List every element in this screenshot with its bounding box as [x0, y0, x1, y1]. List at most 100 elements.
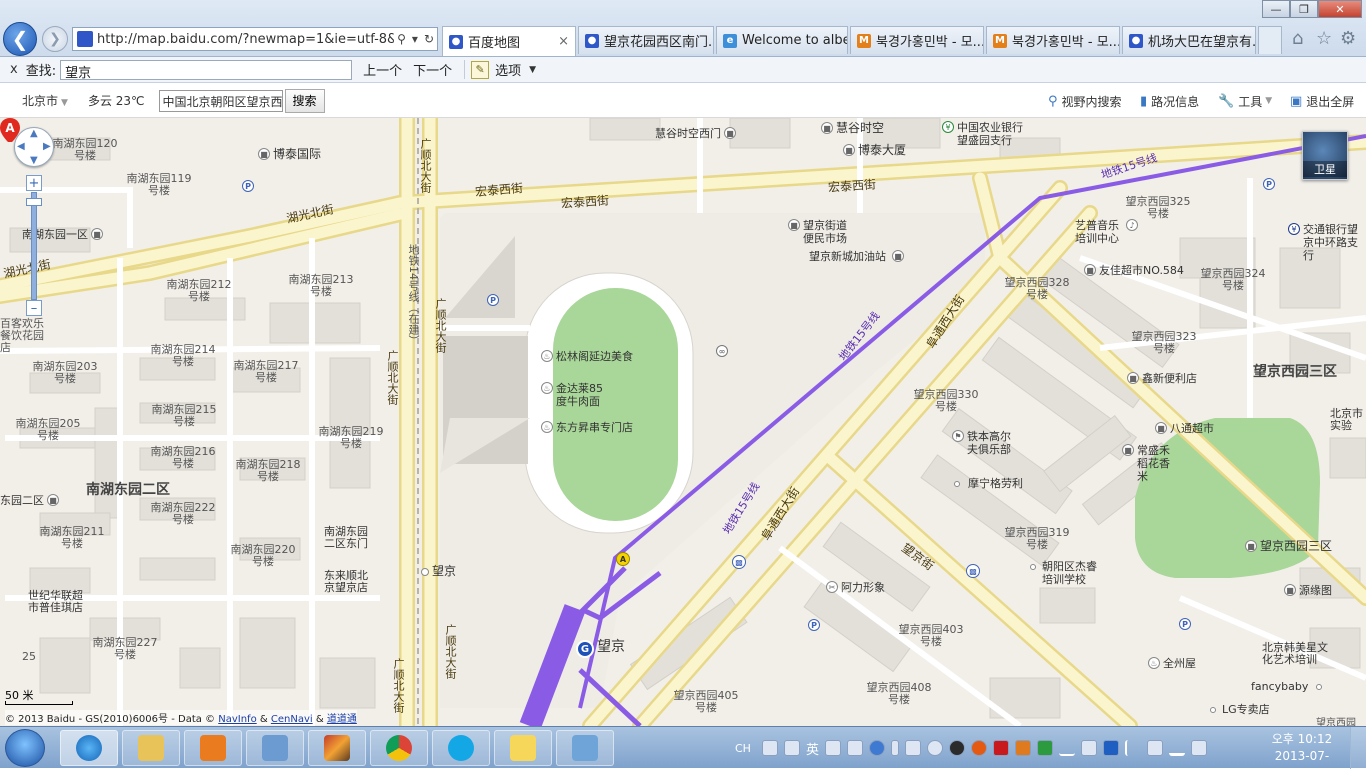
tab-welcome[interactable]: e Welcome to albe...: [716, 26, 848, 54]
security-icon[interactable]: [970, 740, 987, 756]
poi-botai-intl[interactable]: ■ 博泰国际: [258, 148, 321, 161]
poi-nhdy-2[interactable]: 东园二区 ■: [0, 494, 62, 507]
poi-botai-tower[interactable]: ■ 博泰大厦: [843, 144, 906, 157]
poi-lg[interactable]: LG专卖店: [1210, 703, 1270, 716]
poi-fancy[interactable]: fancybaby: [1251, 680, 1325, 693]
tab-baidu-map[interactable]: ● 百度地图 ×: [442, 26, 576, 56]
taskbar-chrome[interactable]: [370, 730, 428, 766]
poi-changsheng[interactable]: ■ 常盛禾稻花香米: [1122, 444, 1175, 483]
new-tab-button[interactable]: [1258, 26, 1282, 54]
poi-yipu[interactable]: 艺普音乐培训中心 ♪: [1075, 219, 1141, 245]
exit-fullscreen-link[interactable]: ▣ 退出全屏: [1290, 84, 1354, 118]
taskbar-skype[interactable]: [432, 730, 490, 766]
poi-badong[interactable]: ■ 八通超市: [1155, 422, 1214, 435]
poi-yuanrong[interactable]: ■ 源缘图: [1284, 584, 1332, 597]
parking-icon[interactable]: P: [808, 619, 820, 631]
daodaotong-link[interactable]: 道道通: [327, 714, 357, 725]
map-canvas[interactable]: 宏泰西街 宏泰西街 宏泰西街 湖光北街 湖光北街 广顺北大街 广顺北大街 广顺北…: [0, 118, 1366, 726]
language-indicator[interactable]: CH: [735, 742, 751, 755]
poi-moning[interactable]: 摩宁格劳利: [954, 477, 1023, 490]
navinfo-link[interactable]: NavInfo: [218, 714, 256, 725]
ime-settings-icon[interactable]: [890, 740, 899, 756]
bus-stop-wangjing[interactable]: 望京: [421, 565, 456, 578]
taskbar-sticky-notes[interactable]: [494, 730, 552, 766]
find-options-button[interactable]: ✎ 选项 ▼: [464, 60, 536, 79]
zoom-out-button[interactable]: –: [26, 300, 42, 316]
taskbar-photo-viewer[interactable]: [556, 730, 614, 766]
action-center-flag-icon[interactable]: [1124, 740, 1141, 756]
poi-xinxin[interactable]: ■ 鑫新便利店: [1127, 372, 1197, 385]
satellite-toggle-button[interactable]: 卫星: [1302, 131, 1348, 180]
pan-up-icon[interactable]: ▲: [30, 128, 38, 139]
map-search-button[interactable]: 搜索: [284, 88, 325, 113]
punctuation-icon[interactable]: [824, 740, 841, 756]
metro-exit-a-icon[interactable]: A: [616, 552, 630, 566]
close-window-button[interactable]: ✕: [1318, 0, 1362, 18]
city-selector[interactable]: 北京市 ▼: [22, 92, 68, 109]
parking-icon[interactable]: P: [1263, 178, 1275, 190]
signal-icon[interactable]: [1058, 740, 1075, 756]
poi-abc-bank[interactable]: ¥ 中国农业银行望盛园支行: [942, 121, 1029, 147]
bus-icon[interactable]: ▩: [966, 564, 980, 578]
help-icon[interactable]: [868, 740, 885, 756]
parking-icon[interactable]: P: [1179, 618, 1191, 630]
bluetooth-icon[interactable]: [1102, 740, 1119, 756]
zoom-slider-track[interactable]: [31, 192, 37, 300]
ime-grid-icon[interactable]: [761, 740, 778, 756]
start-button[interactable]: [5, 729, 45, 767]
tab-wangjing-garden[interactable]: ● 望京花园西区南门...: [578, 26, 714, 54]
volume-icon[interactable]: [1190, 740, 1207, 756]
find-close-icon[interactable]: x: [10, 62, 18, 77]
poi-tieben[interactable]: ⚑ 铁本高尔夫俱乐部: [952, 430, 1015, 456]
taskbar-ie[interactable]: [60, 730, 118, 766]
metro-station-wangjing[interactable]: G 望京: [576, 640, 625, 658]
tab-close-icon[interactable]: ×: [552, 34, 569, 49]
penguin-icon[interactable]: [948, 740, 965, 756]
settings-gear-icon[interactable]: ⚙: [1340, 28, 1356, 49]
search-icon[interactable]: ⚲: [394, 32, 409, 46]
zoom-slider-handle[interactable]: [26, 198, 42, 206]
poi-gas-station[interactable]: 望京新城加油站 ■: [809, 250, 907, 263]
poi-quanzhou[interactable]: ♨ 全州屋: [1148, 657, 1196, 670]
home-icon[interactable]: ⌂: [1292, 28, 1303, 49]
taskbar-clock[interactable]: 오후 10:12 2013-07-17: [1270, 731, 1334, 782]
pan-right-icon[interactable]: ▶: [43, 141, 51, 152]
taskbar-control-panel[interactable]: [246, 730, 304, 766]
refresh-icon[interactable]: ↻: [421, 32, 437, 46]
tab-airport-bus[interactable]: ● 机场大巴在望京有...: [1122, 26, 1256, 54]
taskbar-media-player[interactable]: [184, 730, 242, 766]
poi-huigu[interactable]: ■ 慧谷时空: [821, 122, 884, 135]
poi-jinda[interactable]: ♨ 金达莱85度牛肉面: [541, 382, 604, 408]
poi-songlin[interactable]: ♨ 松林阁延边美食: [541, 350, 633, 363]
find-next-button[interactable]: 下一个: [413, 60, 452, 79]
taskbar-explorer[interactable]: [122, 730, 180, 766]
poi-bianmin[interactable]: ■ 望京街道便民市场: [788, 219, 851, 245]
restore-button[interactable]: ❐: [1290, 0, 1318, 18]
tools-menu[interactable]: 🔧 工具 ▼: [1218, 84, 1272, 118]
sync-icon[interactable]: [1036, 740, 1053, 756]
keyboard-icon[interactable]: [846, 740, 863, 756]
back-button[interactable]: ❮: [3, 22, 37, 56]
poi-dongfang[interactable]: ♨ 东方昇串专门店: [541, 421, 633, 434]
poi-ali[interactable]: ✂ 阿力形象: [826, 581, 885, 594]
qq-icon[interactable]: [926, 740, 943, 756]
antivirus-icon[interactable]: [1014, 740, 1031, 756]
tab-minbak-1[interactable]: M 북경가홍민박 - 모...: [850, 26, 984, 54]
usb-icon[interactable]: [1146, 740, 1163, 756]
pan-left-icon[interactable]: ◀: [17, 141, 25, 152]
address-bar[interactable]: http://map.baidu.com/?newmap=1&ie=utf-8&…: [72, 27, 438, 51]
poi-bocom[interactable]: ¥ 交通银行望京中环路支行: [1288, 223, 1363, 262]
show-desktop-button[interactable]: [1350, 727, 1366, 769]
cennavi-link[interactable]: CenNavi: [271, 714, 313, 725]
bus-icon[interactable]: ▩: [732, 555, 746, 569]
parking-icon[interactable]: P: [487, 294, 499, 306]
parking-icon[interactable]: P: [242, 180, 254, 192]
tab-minbak-2[interactable]: M 북경가홍민박 - 모...: [986, 26, 1120, 54]
ime-block-icon[interactable]: [783, 740, 800, 756]
network-icon[interactable]: [904, 740, 921, 756]
poi-youjia[interactable]: ■ 友佳超市NO.584: [1084, 264, 1184, 277]
highlight-pen-icon[interactable]: ✎: [471, 60, 490, 79]
monitor-icon[interactable]: [1080, 740, 1097, 756]
view-search-link[interactable]: ⚲ 视野内搜索: [1048, 84, 1122, 118]
ime-mode[interactable]: 英: [806, 739, 819, 758]
